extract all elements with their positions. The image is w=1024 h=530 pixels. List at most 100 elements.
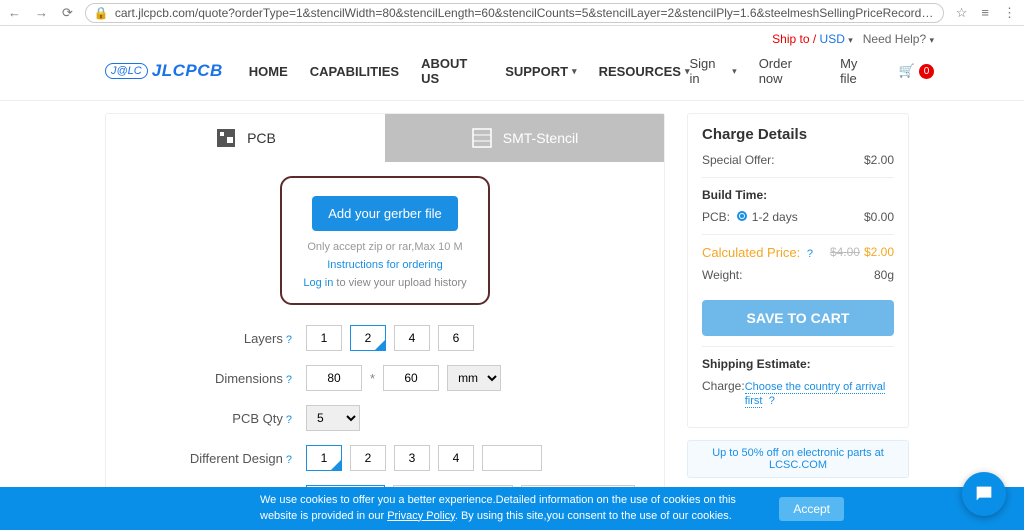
nav-home[interactable]: HOME — [249, 56, 288, 86]
quote-panel: PCB SMT-Stencil Add your gerber file Onl… — [105, 113, 665, 530]
instructions-link[interactable]: Instructions for ordering — [292, 259, 478, 271]
choose-country-link[interactable]: Choose the country of arrival first — [745, 381, 886, 408]
radio-icon — [737, 211, 747, 221]
special-offer-value: $2.00 — [864, 153, 894, 167]
diff-design-opt-1[interactable]: 1 — [306, 445, 342, 471]
lcsc-promo[interactable]: Up to 50% off on electronic parts at LCS… — [687, 440, 909, 478]
diff-design-opt-2[interactable]: 2 — [350, 445, 386, 471]
nav-support[interactable]: SUPPORT ▾ — [505, 56, 576, 86]
pcb-icon — [215, 127, 237, 149]
nav-capabilities[interactable]: CAPABILITIES — [310, 56, 399, 86]
diff-design-custom-input[interactable] — [482, 445, 542, 471]
layers-opt-2[interactable]: 2 — [350, 325, 386, 351]
dim-height-input[interactable] — [383, 365, 439, 391]
calculated-price-value: $4.00$2.00 — [830, 245, 894, 260]
product-tabs: PCB SMT-Stencil — [106, 114, 664, 162]
help-icon[interactable]: ? — [286, 414, 292, 426]
calculated-price-label: Calculated Price: ? — [702, 245, 813, 260]
row-pcb-qty: PCB Qty? 5 — [126, 405, 644, 431]
special-offer-label: Special Offer: — [702, 153, 774, 167]
help-icon[interactable]: ? — [286, 374, 292, 386]
chevron-down-icon: ▾ — [929, 35, 934, 45]
pcb-qty-label: PCB Qty? — [126, 411, 306, 426]
extensions-icon[interactable]: ≡ — [981, 5, 989, 21]
nav-right: Sign in ▾ Order now My file 🛒 0 — [689, 56, 934, 86]
privacy-policy-link[interactable]: Privacy Policy — [387, 510, 455, 522]
layers-label: Layers? — [126, 331, 306, 346]
nav-about[interactable]: ABOUT US — [421, 56, 483, 86]
nav-resources[interactable]: RESOURCES ▾ — [599, 56, 690, 86]
help-icon[interactable]: ? — [286, 454, 292, 466]
cookie-banner: We use cookies to offer you a better exp… — [0, 487, 1024, 530]
chat-button[interactable] — [962, 472, 1006, 516]
browser-right-icons: ☆ ≡ ⋮ — [956, 5, 1016, 21]
need-help-link[interactable]: Need Help? ▾ — [863, 32, 934, 46]
charge-panel: Charge Details Special Offer: $2.00 Buil… — [687, 113, 909, 530]
diff-design-opt-4[interactable]: 4 — [438, 445, 474, 471]
dimensions-label: Dimensions? — [126, 371, 306, 386]
stencil-icon — [471, 127, 493, 149]
tab-pcb[interactable]: PCB — [106, 114, 385, 162]
add-gerber-button[interactable]: Add your gerber file — [312, 196, 457, 231]
upload-note: Only accept zip or rar,Max 10 M — [292, 241, 478, 253]
row-dimensions: Dimensions? * mm — [126, 365, 644, 391]
order-now-link[interactable]: Order now — [759, 56, 818, 86]
currency-selector[interactable]: USD ▾ — [820, 32, 853, 46]
tab-pcb-label: PCB — [247, 130, 276, 146]
dim-separator: * — [370, 371, 375, 386]
cookie-text: We use cookies to offer you a better exp… — [260, 493, 759, 524]
url-text: cart.jlcpcb.com/quote?orderType=1&stenci… — [115, 6, 935, 20]
cart-button[interactable]: 🛒 0 — [899, 63, 934, 79]
help-icon[interactable]: ? — [769, 395, 775, 407]
help-icon[interactable]: ? — [807, 248, 813, 260]
pcb-time-option[interactable]: PCB: 1-2 days — [702, 210, 798, 224]
chevron-down-icon: ▾ — [848, 35, 853, 45]
login-link[interactable]: Log in — [303, 277, 333, 289]
pcb-time-price: $0.00 — [864, 210, 894, 224]
reload-icon[interactable]: ⟳ — [62, 5, 73, 21]
save-to-cart-button[interactable]: SAVE TO CART — [702, 300, 894, 336]
charge-title: Charge Details — [702, 126, 894, 143]
menu-icon[interactable]: ⋮ — [1003, 5, 1016, 21]
charge-details-card: Charge Details Special Offer: $2.00 Buil… — [687, 113, 909, 428]
back-icon[interactable]: ← — [8, 5, 21, 21]
row-different-design: Different Design? 1 2 3 4 — [126, 445, 644, 471]
ship-to-label: Ship to / — [772, 32, 816, 46]
sign-in-link[interactable]: Sign in ▾ — [689, 56, 736, 86]
layers-opt-1[interactable]: 1 — [306, 325, 342, 351]
upload-box: Add your gerber file Only accept zip or … — [280, 176, 490, 305]
help-icon[interactable]: ? — [286, 334, 292, 346]
utility-row: Ship to / USD ▾ Need Help? ▾ — [0, 26, 1024, 46]
main-nav: J@LC JLCPCB HOME CAPABILITIES ABOUT US S… — [0, 46, 1024, 101]
tab-stencil[interactable]: SMT-Stencil — [385, 114, 664, 162]
logo-badge: J@LC — [105, 63, 148, 79]
dim-unit-select[interactable]: mm — [447, 365, 501, 391]
cart-icon: 🛒 — [899, 63, 915, 79]
shipping-estimate-label: Shipping Estimate: — [702, 357, 894, 371]
browser-chrome: ← → ⟳ 🔒 cart.jlcpcb.com/quote?orderType=… — [0, 0, 1024, 26]
build-time-label: Build Time: — [702, 188, 894, 202]
my-file-link[interactable]: My file — [840, 56, 877, 86]
logo[interactable]: J@LC JLCPCB — [105, 61, 223, 81]
chevron-down-icon: ▾ — [732, 66, 737, 77]
forward-icon[interactable]: → — [35, 5, 48, 21]
browser-nav-buttons: ← → ⟳ — [8, 5, 73, 21]
logo-text: JLCPCB — [152, 61, 223, 81]
star-icon[interactable]: ☆ — [956, 5, 968, 21]
row-layers: Layers? 1 2 4 6 — [126, 325, 644, 351]
nav-links: HOME CAPABILITIES ABOUT US SUPPORT ▾ RES… — [249, 56, 690, 86]
caret-down-icon: ▾ — [572, 66, 577, 77]
pcb-qty-select[interactable]: 5 — [306, 405, 360, 431]
weight-label: Weight: — [702, 268, 742, 282]
charge-label: Charge: — [702, 379, 745, 393]
cookie-accept-button[interactable]: Accept — [779, 497, 844, 521]
weight-value: 80g — [874, 268, 894, 282]
address-bar[interactable]: 🔒 cart.jlcpcb.com/quote?orderType=1&sten… — [85, 3, 944, 23]
layers-opt-6[interactable]: 6 — [438, 325, 474, 351]
layers-opt-4[interactable]: 4 — [394, 325, 430, 351]
chat-icon — [973, 483, 995, 505]
lock-icon: 🔒 — [94, 6, 109, 20]
diff-design-opt-3[interactable]: 3 — [394, 445, 430, 471]
cart-count: 0 — [919, 64, 934, 79]
dim-width-input[interactable] — [306, 365, 362, 391]
